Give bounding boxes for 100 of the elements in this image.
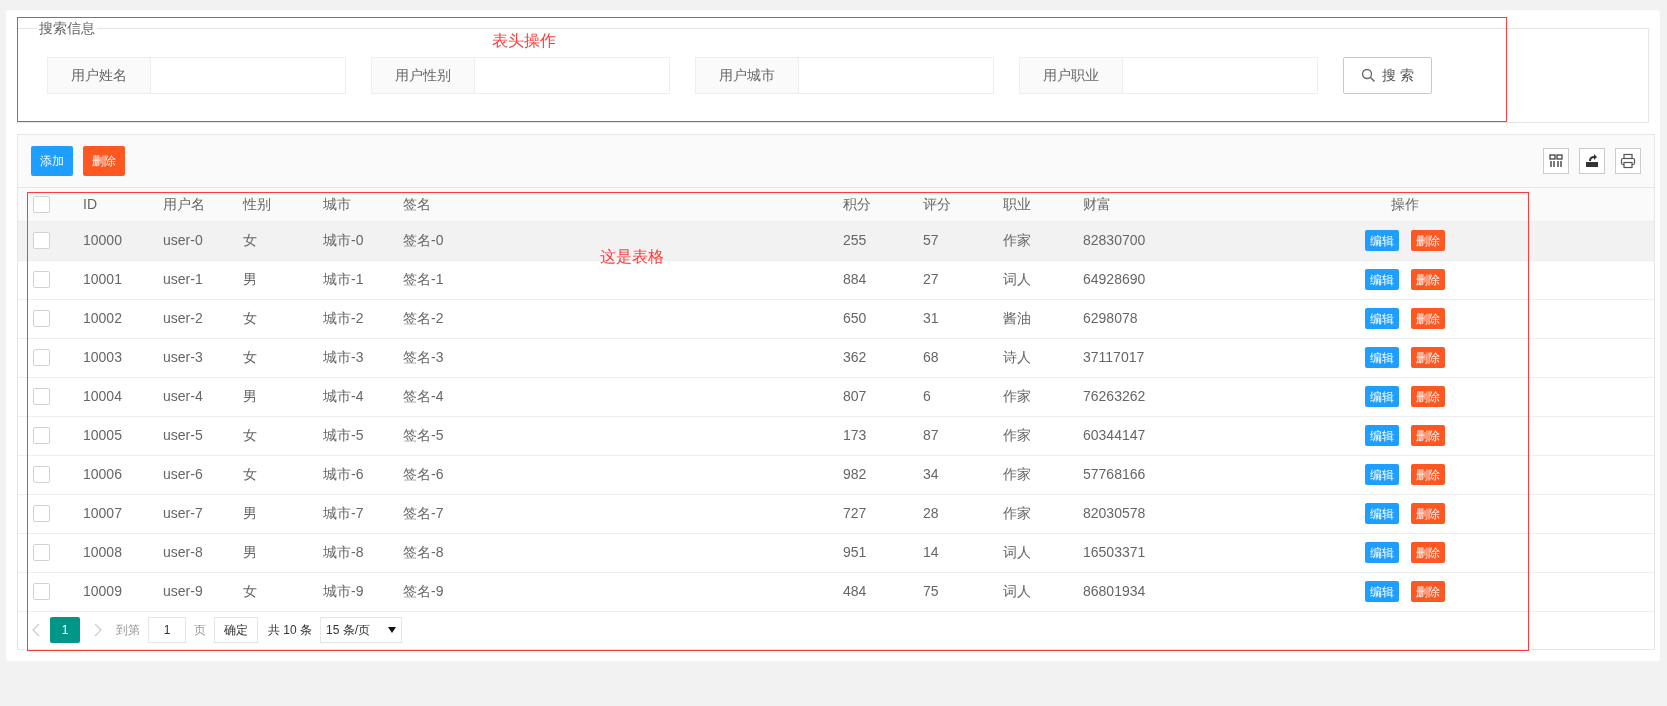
page-size-select[interactable]: 15 条/页 xyxy=(320,617,403,643)
export-icon[interactable] xyxy=(1579,148,1605,174)
table-cell: 城市-7 xyxy=(323,505,364,521)
next-page-icon[interactable] xyxy=(94,623,102,637)
table-cell: user-6 xyxy=(163,466,203,482)
table-cell: 词人 xyxy=(1003,544,1031,560)
checkbox[interactable] xyxy=(33,232,50,249)
table-cell: 女 xyxy=(243,349,257,365)
edit-button[interactable]: 编辑 xyxy=(1364,308,1399,330)
table-cell: 女 xyxy=(243,427,257,443)
table-cell: 城市-5 xyxy=(323,427,364,443)
table-cell: 签名-8 xyxy=(403,544,444,560)
delete-button[interactable]: 删除 xyxy=(1410,308,1445,330)
table-cell: 57768166 xyxy=(1083,466,1146,482)
table-cell: 6 xyxy=(923,388,931,404)
table-cell: 362 xyxy=(843,349,867,365)
annotation-label: 表头操作 xyxy=(492,31,556,51)
delete-button[interactable]: 删除 xyxy=(1410,425,1445,447)
delete-button[interactable]: 删除 xyxy=(1410,542,1445,564)
table-cell: 10005 xyxy=(83,427,122,443)
table-cell: 酱油 xyxy=(1003,310,1031,326)
table-cell: 男 xyxy=(243,505,257,521)
table-cell: 女 xyxy=(243,232,257,248)
table-cell: 诗人 xyxy=(1003,349,1031,365)
field-label: 用户职业 xyxy=(1019,57,1123,94)
table-cell: 951 xyxy=(843,544,867,560)
table-cell: 57 xyxy=(923,232,939,248)
edit-button[interactable]: 编辑 xyxy=(1364,386,1399,408)
checkbox[interactable] xyxy=(33,310,50,327)
edit-button[interactable]: 编辑 xyxy=(1364,464,1399,486)
checkbox[interactable] xyxy=(33,544,50,561)
table-cell: 签名-4 xyxy=(403,388,444,404)
table-cell: 6298078 xyxy=(1083,310,1138,326)
table-cell: user-9 xyxy=(163,583,203,599)
column-header: 职业 xyxy=(1003,195,1031,212)
edit-button[interactable]: 编辑 xyxy=(1364,230,1399,252)
table-cell: user-5 xyxy=(163,427,203,443)
confirm-button[interactable]: 确定 xyxy=(214,617,258,643)
dropdown-caret-icon xyxy=(388,627,397,633)
table-cell: 签名-2 xyxy=(403,310,444,326)
table-cell: 女 xyxy=(243,310,257,326)
delete-button[interactable]: 删除 xyxy=(1410,503,1445,525)
search-button[interactable]: 搜 索 xyxy=(1343,57,1432,94)
checkbox[interactable] xyxy=(33,388,50,405)
table-cell: user-0 xyxy=(163,232,203,248)
search-icon xyxy=(1361,68,1377,83)
delete-button[interactable]: 删除 xyxy=(1410,347,1445,369)
checkbox[interactable] xyxy=(33,427,50,444)
table-cell: 作家 xyxy=(1003,232,1031,248)
table-cell: 作家 xyxy=(1003,466,1031,482)
table-cell: user-1 xyxy=(163,271,203,287)
column-header: 性别 xyxy=(243,195,271,212)
edit-button[interactable]: 编辑 xyxy=(1364,503,1399,525)
edit-button[interactable]: 编辑 xyxy=(1364,347,1399,369)
table-cell: 10001 xyxy=(83,271,122,287)
table-cell: 82830700 xyxy=(1083,232,1146,248)
checkbox[interactable] xyxy=(33,349,50,366)
table-cell: 女 xyxy=(243,583,257,599)
column-header: 评分 xyxy=(923,195,951,212)
table-cell: 14 xyxy=(923,544,939,560)
table-cell: 签名-5 xyxy=(403,427,444,443)
table-cell: 词人 xyxy=(1003,583,1031,599)
checkbox[interactable] xyxy=(33,195,50,213)
table-cell: 签名-0 xyxy=(403,232,444,248)
page-unit-label: 页 xyxy=(194,622,206,639)
columns-icon[interactable] xyxy=(1543,148,1569,174)
column-header: 财富 xyxy=(1083,195,1111,212)
delete-button[interactable]: 删除 xyxy=(1410,269,1445,291)
checkbox[interactable] xyxy=(33,505,50,522)
delete-button[interactable]: 删除 xyxy=(1410,464,1445,486)
table-cell: 城市-4 xyxy=(323,388,364,404)
print-icon[interactable] xyxy=(1615,148,1641,174)
add-button[interactable]: 添加 xyxy=(31,146,73,176)
table-cell: 签名-7 xyxy=(403,505,444,521)
table-cell: 签名-6 xyxy=(403,466,444,482)
page-button[interactable]: 1 xyxy=(50,617,80,643)
table-cell: 82030578 xyxy=(1083,505,1146,521)
edit-button[interactable]: 编辑 xyxy=(1364,269,1399,291)
checkbox[interactable] xyxy=(33,271,50,288)
column-header: 用户名 xyxy=(163,195,205,212)
prev-page-icon[interactable] xyxy=(32,623,40,637)
delete-button[interactable]: 删除 xyxy=(1410,581,1445,603)
table-cell: 作家 xyxy=(1003,505,1031,521)
edit-button[interactable]: 编辑 xyxy=(1364,425,1399,447)
table-cell: 10009 xyxy=(83,583,122,599)
table-cell: 词人 xyxy=(1003,271,1031,287)
table-cell: 城市-2 xyxy=(323,310,364,326)
table-cell: 女 xyxy=(243,466,257,482)
table-cell: 727 xyxy=(843,505,867,521)
edit-button[interactable]: 编辑 xyxy=(1364,581,1399,603)
table-cell: 10004 xyxy=(83,388,122,404)
page-input[interactable]: 1 xyxy=(148,617,186,643)
delete-button[interactable]: 删除 xyxy=(1410,386,1445,408)
table-cell: 86801934 xyxy=(1083,583,1146,599)
delete-button[interactable]: 删除 xyxy=(83,146,125,176)
delete-button[interactable]: 删除 xyxy=(1410,230,1445,252)
checkbox[interactable] xyxy=(33,466,50,483)
table-cell: 173 xyxy=(843,427,867,443)
edit-button[interactable]: 编辑 xyxy=(1364,542,1399,564)
checkbox[interactable] xyxy=(33,583,50,600)
